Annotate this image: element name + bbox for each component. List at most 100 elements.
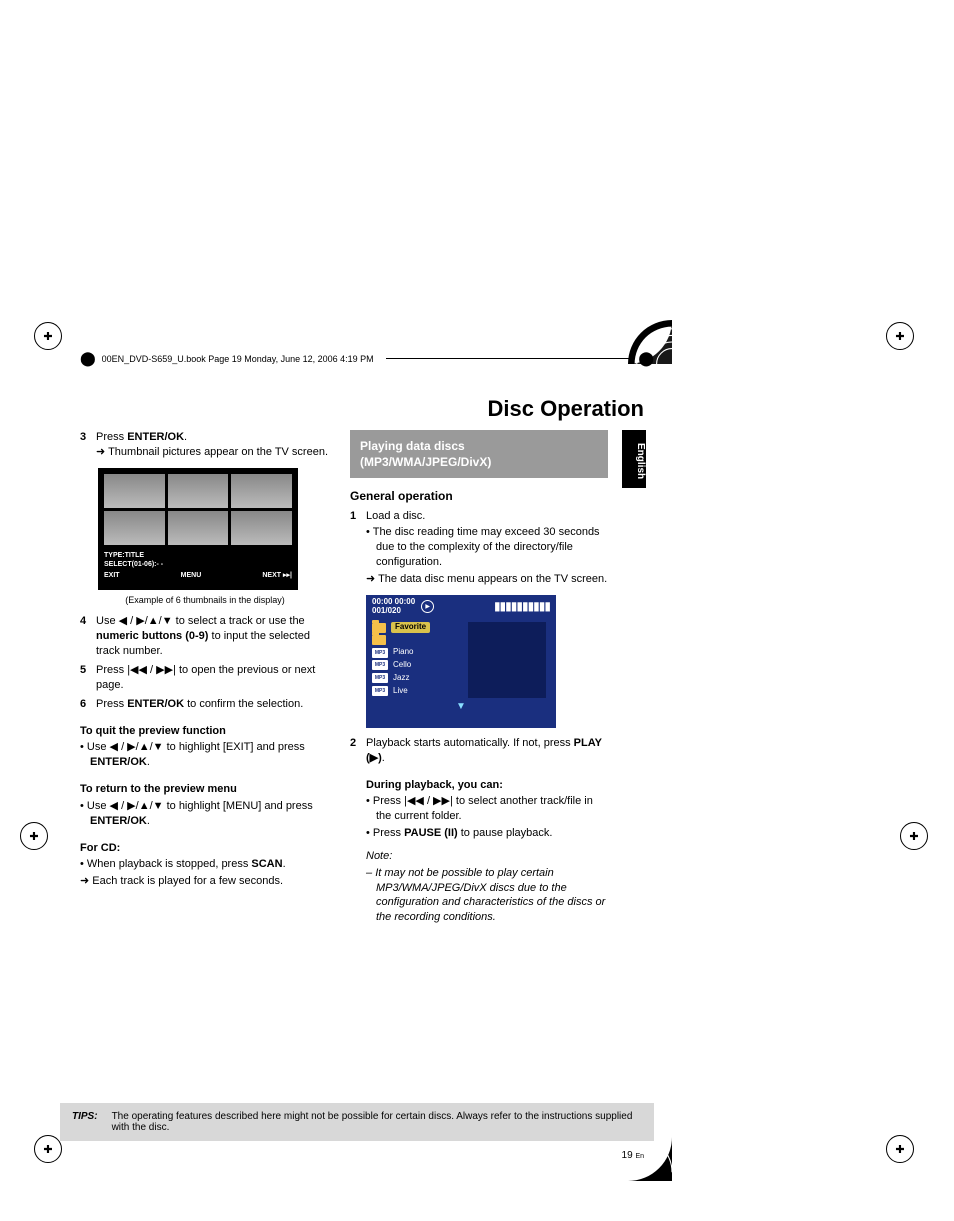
folder-label: Favorite (391, 622, 430, 633)
data-disc-menu-panel: 00:00 00:00 001/020 ▶ ▮▮▮▮▮▮▮▮▮▮ Favorit… (366, 595, 556, 728)
thumbnail-image (231, 474, 292, 508)
play-indicator-icon: ▶ (421, 600, 434, 613)
track-label: Jazz (393, 673, 409, 684)
note-label: Note: (366, 849, 608, 864)
mp3-file-icon: MP3 (372, 686, 388, 696)
text: Press (96, 431, 127, 443)
folder-row: Favorite (372, 622, 468, 633)
track-label: Live (393, 686, 408, 697)
list-item: Press |◀◀ / ▶▶| to select another track/… (366, 794, 608, 824)
folder-icon (372, 635, 386, 645)
text: Press (96, 664, 127, 676)
step-6: 6 Press ENTER/OK to confirm the selectio… (80, 697, 330, 712)
result-arrow: The data disc menu appears on the TV scr… (366, 572, 608, 587)
list-item: Use ◀ / ▶/▲/▼ to highlight [EXIT] and pr… (80, 740, 330, 770)
text: When playback is stopped, press (87, 858, 251, 870)
arrow-keys-icon: ◀ / ▶/▲/▼ (119, 615, 173, 627)
button-label-ref: ENTER/OK (127, 698, 184, 710)
return-preview-heading: To return to the preview menu (80, 782, 330, 797)
thumbnail-menu-exit: EXIT (104, 571, 120, 580)
step-4: 4 Use ◀ / ▶/▲/▼ to select a track or use… (80, 614, 330, 659)
tips-text: The operating features described here mi… (112, 1111, 642, 1133)
step-number: 2 (350, 736, 366, 766)
track-row: MP3 Jazz (372, 673, 468, 684)
result-arrow: Thumbnail pictures appear on the TV scre… (96, 445, 330, 460)
note-text: – It may not be possible to play certain… (366, 866, 608, 925)
right-column: Playing data discs (MP3/WMA/JPEG/DivX) G… (350, 430, 608, 925)
page: ✚ ✚ ✚ ✚ ✚ ✚ ⬤ 00EN_DVD-S659_U.book Page … (0, 0, 954, 1221)
text: to highlight [MENU] and press (164, 800, 313, 812)
quit-preview-heading: To quit the preview function (80, 724, 330, 739)
text: Playback starts automatically. If not, p… (366, 737, 574, 749)
step-number: 6 (80, 697, 96, 712)
scroll-down-icon: ▼ (372, 700, 550, 714)
text: Load a disc. (366, 510, 425, 522)
thumbnail-menu-menu: MENU (181, 571, 202, 580)
step-5: 5 Press |◀◀ / ▶▶| to open the previous o… (80, 663, 330, 693)
track-label: Cello (393, 660, 411, 671)
text: to highlight [EXIT] and press (164, 741, 305, 753)
list-item: When playback is stopped, press SCAN. (80, 857, 330, 872)
thumbnail-type-label: TYPE:TITLE (104, 551, 292, 560)
button-label-ref: numeric buttons (0-9) (96, 630, 208, 642)
thumbnail-image (168, 474, 229, 508)
step-number: 4 (80, 614, 96, 659)
list-item: The disc reading time may exceed 30 seco… (366, 525, 608, 570)
left-column: 3 Press ENTER/OK. Thumbnail pictures app… (80, 430, 330, 889)
disc-preview-area (468, 622, 546, 698)
registration-mark-icon: ✚ (886, 1135, 920, 1169)
for-cd-heading: For CD: (80, 841, 330, 856)
button-label-ref: PAUSE (II) (404, 827, 458, 839)
language-tab: English (622, 430, 646, 488)
text: Use (87, 741, 110, 753)
list-item: Use ◀ / ▶/▲/▼ to highlight [MENU] and pr… (80, 799, 330, 829)
text: Press (96, 698, 127, 710)
mp3-file-icon: MP3 (372, 660, 388, 670)
thumbnail-select-label: SELECT(01-06):- - (104, 560, 292, 569)
button-label-ref: ENTER/OK (127, 431, 184, 443)
thumbnail-image (104, 474, 165, 508)
text: Thumbnail pictures appear on the TV scre… (108, 446, 328, 458)
thumbnail-caption: (Example of 6 thumbnails in the display) (80, 594, 330, 606)
page-title: Disc Operation (340, 396, 644, 422)
during-playback-heading: During playback, you can: (366, 778, 608, 793)
text: to pause playback. (458, 827, 553, 839)
print-header: ⬤ 00EN_DVD-S659_U.book Page 19 Monday, J… (80, 350, 654, 367)
text: . (147, 756, 150, 768)
registration-mark-icon: ✚ (20, 822, 54, 856)
text: It may not be possible to play certain M… (375, 867, 605, 924)
page-number-value: 19 (622, 1150, 633, 1161)
prev-next-icon: |◀◀ / ▶▶| (127, 664, 176, 676)
thumbnail-image (104, 511, 165, 545)
text: The data disc menu appears on the TV scr… (378, 573, 607, 585)
step-2: 2 Playback starts automatically. If not,… (350, 736, 608, 766)
print-header-text: 00EN_DVD-S659_U.book Page 19 Monday, Jun… (102, 354, 374, 364)
step-number: 3 (80, 430, 96, 460)
registration-mark-icon: ✚ (900, 822, 934, 856)
page-number-suffix: En (635, 1153, 644, 1160)
registration-mark-icon: ✚ (34, 322, 68, 356)
text: . (382, 752, 385, 764)
registration-mark-icon: ✚ (886, 322, 920, 356)
thumbnail-menu-next: NEXT ▸▸| (262, 571, 292, 580)
step-1: 1 Load a disc. The disc reading time may… (350, 509, 608, 587)
text: . (283, 858, 286, 870)
text: Press (373, 795, 404, 807)
text: Each track is played for a few seconds. (92, 875, 283, 887)
step-3: 3 Press ENTER/OK. Thumbnail pictures app… (80, 430, 330, 460)
arrow-keys-icon: ◀ / ▶/▲/▼ (110, 741, 164, 753)
text: Use (87, 800, 110, 812)
section-header-box: Playing data discs (MP3/WMA/JPEG/DivX) (350, 430, 608, 478)
track-row: MP3 Cello (372, 660, 468, 671)
equalizer-icon: ▮▮▮▮▮▮▮▮▮▮ (494, 598, 550, 614)
list-item: Press PAUSE (II) to pause playback. (366, 826, 608, 841)
text: to select a track or use the (173, 615, 305, 627)
result-arrow: Each track is played for a few seconds. (80, 874, 330, 889)
mp3-file-icon: MP3 (372, 648, 388, 658)
step-number: 1 (350, 509, 366, 587)
text: Press (373, 827, 404, 839)
track-row: MP3 Live (372, 686, 468, 697)
mp3-file-icon: MP3 (372, 673, 388, 683)
tips-bar: TIPS: The operating features described h… (60, 1103, 654, 1141)
text: to confirm the selection. (184, 698, 303, 710)
